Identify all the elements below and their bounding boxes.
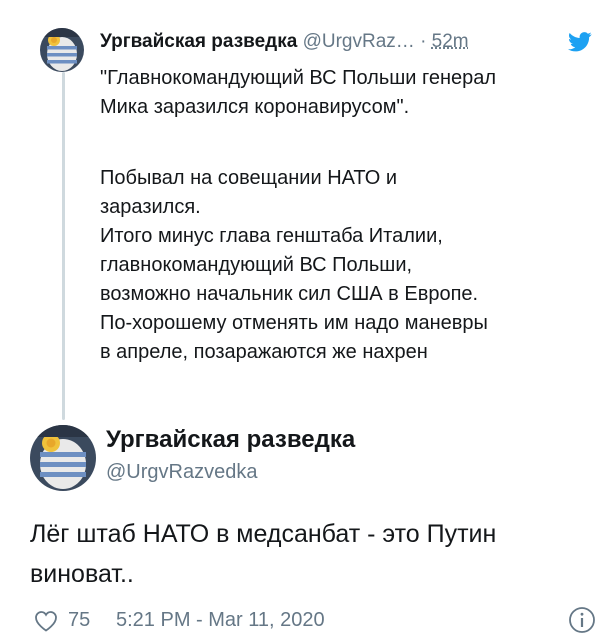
reply-text: "Главнокомандующий ВС Польши генерал Мик…	[100, 64, 600, 367]
reply-line: Побывал на совещании НАТО и	[100, 167, 398, 189]
reply-line: в апреле, позаражаются же нахрен	[100, 341, 428, 363]
thread-connector-line	[62, 72, 65, 420]
reply-time[interactable]: 52m	[432, 31, 469, 52]
main-text-line: виноват..	[30, 560, 134, 588]
reply-header: Ургвайская разведка @UrgvRaz… · 52m	[100, 28, 592, 56]
main-handle[interactable]: @UrgvRazvedka	[106, 458, 257, 486]
info-icon[interactable]	[568, 606, 596, 634]
reply-line: главнокомандующий ВС Польши,	[100, 254, 413, 276]
main-tweet-text: Лёг штаб НАТО в медсанбат - это Путин ви…	[30, 514, 590, 594]
main-text-line: Лёг штаб НАТО в медсанбат - это Путин	[30, 520, 497, 548]
reply-display-name[interactable]: Ургвайская разведка	[100, 31, 297, 52]
tweet-timestamp[interactable]: 5:21 PM - Mar 11, 2020	[116, 604, 325, 636]
reply-separator: ·	[420, 31, 427, 52]
reply-line: "Главнокомандующий ВС Польши генерал	[100, 67, 497, 89]
reply-line: возможно начальник сил США в Европе.	[100, 283, 479, 305]
reply-handle[interactable]: @UrgvRaz…	[303, 31, 415, 52]
reply-line: По-хорошему отменять им надо маневры	[100, 312, 488, 334]
reply-line: Мика заразился коронавирусом".	[100, 96, 410, 118]
main-display-name[interactable]: Ургвайская разведка	[106, 424, 355, 456]
main-avatar[interactable]	[30, 425, 96, 491]
reply-line: Итого минус глава генштаба Италии,	[100, 225, 443, 247]
like-count[interactable]: 75	[68, 604, 90, 636]
twitter-bird-icon[interactable]	[568, 32, 592, 52]
reply-avatar[interactable]	[40, 28, 84, 72]
uruguay-face-avatar-icon	[40, 28, 84, 72]
reply-line: заразился.	[100, 196, 201, 218]
tweet-footer: 75 5:21 PM - Mar 11, 2020	[30, 604, 596, 636]
uruguay-face-avatar-icon	[30, 425, 96, 491]
heart-icon[interactable]	[34, 610, 58, 632]
